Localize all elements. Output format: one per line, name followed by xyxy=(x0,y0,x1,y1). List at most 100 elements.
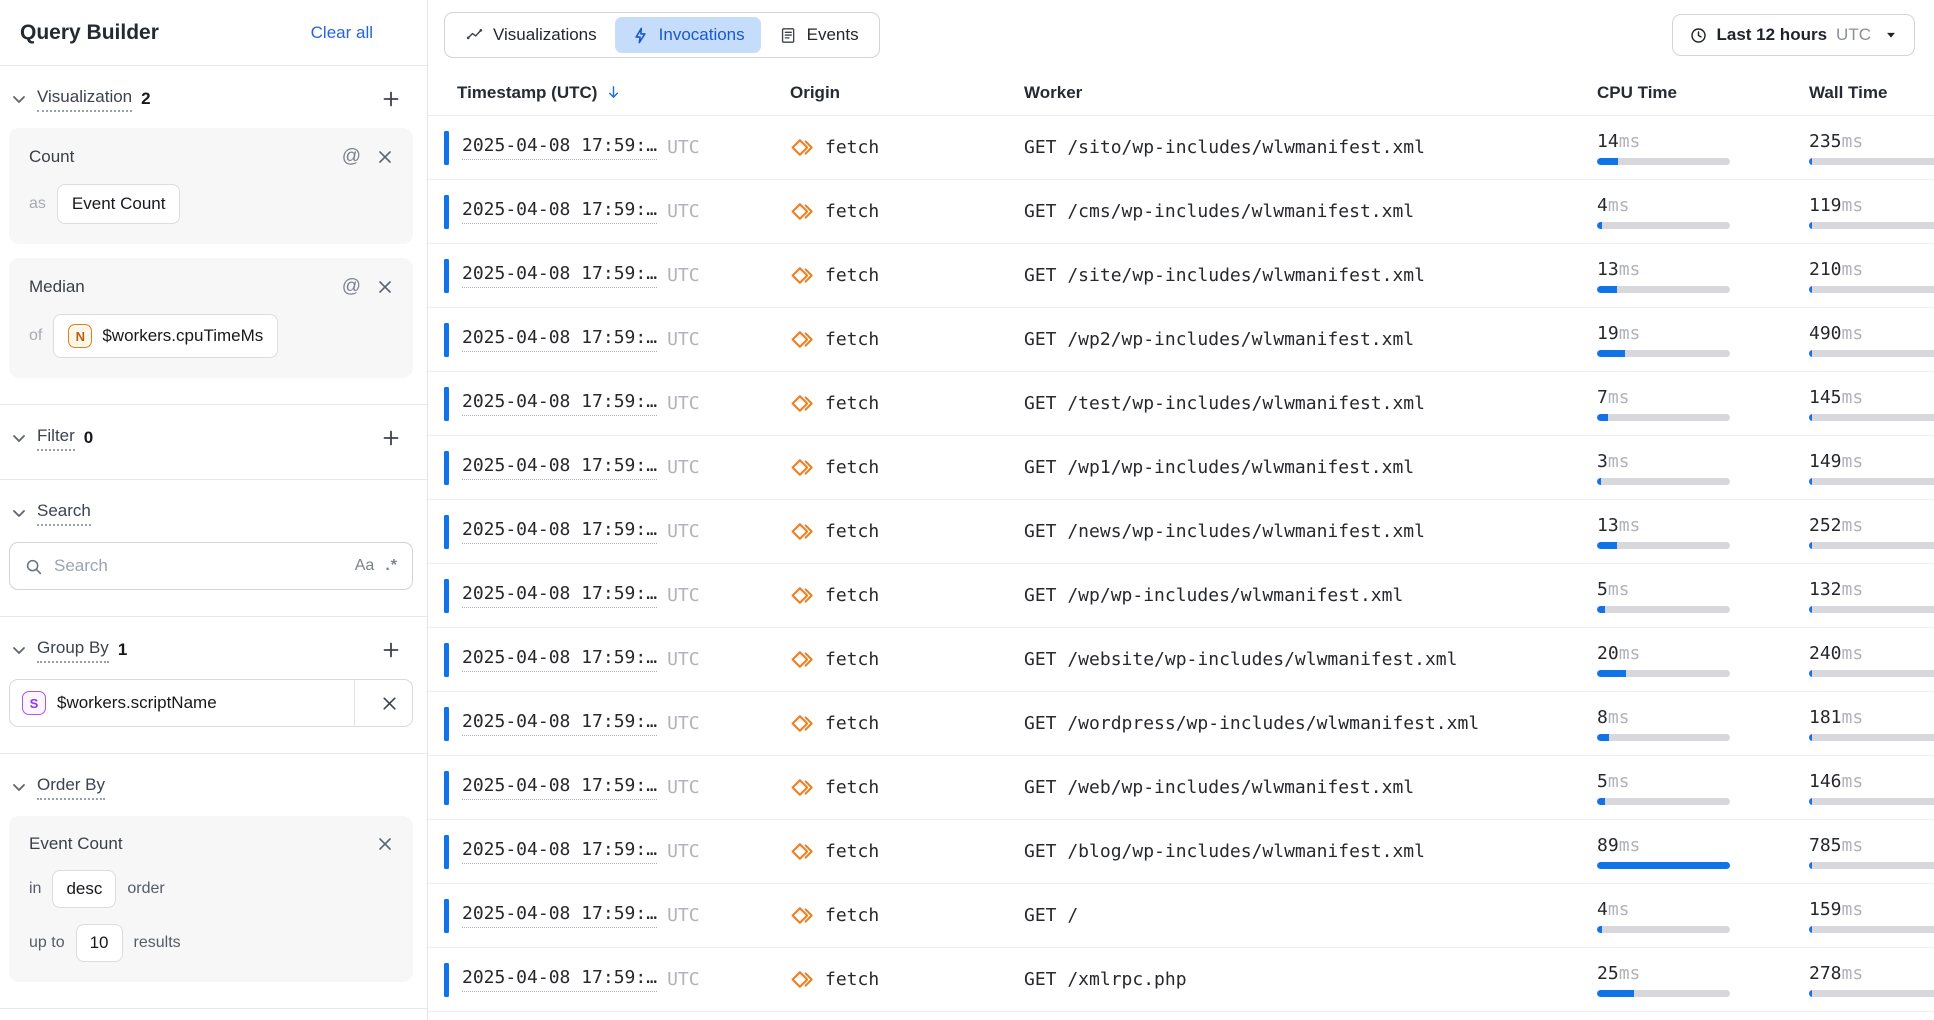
column-header-cpu-time[interactable]: CPU Time xyxy=(1587,83,1799,103)
up-to-label: up to xyxy=(29,934,65,952)
wall-time-bar xyxy=(1809,862,1934,869)
column-header-worker[interactable]: Worker xyxy=(1024,83,1587,103)
table-row[interactable]: 2025-04-08 17:59:… UTC fetch GET /news/w… xyxy=(428,500,1934,564)
row-accent-bar xyxy=(444,579,449,613)
table-row[interactable]: 2025-04-08 17:59:… UTC fetch GET /test/w… xyxy=(428,372,1934,436)
timestamp-value[interactable]: 2025-04-08 17:59:… xyxy=(462,391,657,416)
timestamp-timezone: UTC xyxy=(667,521,700,542)
result-limit-input[interactable]: 10 xyxy=(76,924,123,962)
worker-request: GET /xmlrpc.php xyxy=(1024,969,1187,990)
cpu-time-value: 3 xyxy=(1597,451,1608,472)
as-label: as xyxy=(29,195,46,213)
time-range-dropdown[interactable]: Last 12 hours UTC xyxy=(1672,14,1916,56)
timestamp-timezone: UTC xyxy=(667,393,700,414)
median-field-button[interactable]: N $workers.cpuTimeMs xyxy=(53,314,278,358)
order-by-section-label[interactable]: Order By xyxy=(37,775,105,800)
add-group-by-button[interactable] xyxy=(381,640,401,660)
table-row[interactable]: 2025-04-08 17:59:… UTC fetch GET /site/w… xyxy=(428,244,1934,308)
table-row[interactable]: 2025-04-08 17:59:… UTC fetch GET /wp1/wp… xyxy=(428,436,1934,500)
search-section-label[interactable]: Search xyxy=(37,501,91,526)
close-icon[interactable] xyxy=(377,149,393,165)
filter-count: 0 xyxy=(84,428,93,448)
timestamp-value[interactable]: 2025-04-08 17:59:… xyxy=(462,839,657,864)
fetch-origin-icon xyxy=(790,967,815,992)
wall-time-bar xyxy=(1809,542,1934,549)
timestamp-timezone: UTC xyxy=(667,969,700,990)
chevron-down-icon[interactable] xyxy=(10,504,28,522)
wall-time-unit: ms xyxy=(1842,643,1864,664)
cpu-time-unit: ms xyxy=(1608,771,1630,792)
remove-group-by-button[interactable] xyxy=(366,695,412,712)
table-row[interactable]: 2025-04-08 17:59:… UTC fetch GET /web/wp… xyxy=(428,756,1934,820)
mention-icon[interactable]: @ xyxy=(342,276,361,298)
timestamp-timezone: UTC xyxy=(667,201,700,222)
chevron-down-icon[interactable] xyxy=(10,90,28,108)
search-input[interactable]: Search Aa .* xyxy=(9,542,413,590)
chevron-down-icon[interactable] xyxy=(10,778,28,796)
timestamp-value[interactable]: 2025-04-08 17:59:… xyxy=(462,263,657,288)
sort-direction-button[interactable]: desc xyxy=(52,870,116,908)
column-header-wall-time[interactable]: Wall Time xyxy=(1799,83,1934,103)
visualization-section-label[interactable]: Visualization xyxy=(37,87,132,112)
cpu-time-unit: ms xyxy=(1619,515,1641,536)
table-row[interactable]: 2025-04-08 17:59:… UTC fetch GET /wordpr… xyxy=(428,692,1934,756)
table-row[interactable]: 2025-04-08 17:59:… UTC fetch GET /xmlrpc… xyxy=(428,948,1934,1012)
filter-section-label[interactable]: Filter xyxy=(37,426,75,451)
cpu-time-bar xyxy=(1597,990,1730,997)
group-by-count: 1 xyxy=(118,640,127,660)
timestamp-value[interactable]: 2025-04-08 17:59:… xyxy=(462,967,657,992)
table-row[interactable]: 2025-04-08 17:59:… UTC fetch GET /sito/w… xyxy=(428,116,1934,180)
tab-label: Visualizations xyxy=(493,25,597,45)
timestamp-value[interactable]: 2025-04-08 17:59:… xyxy=(462,711,657,736)
column-header-timestamp[interactable]: Timestamp (UTC) xyxy=(444,83,790,103)
add-filter-button[interactable] xyxy=(381,428,401,448)
worker-request: GET /website/wp-includes/wlwmanifest.xml xyxy=(1024,649,1457,670)
case-sensitivity-toggle[interactable]: Aa xyxy=(355,557,375,575)
timestamp-value[interactable]: 2025-04-08 17:59:… xyxy=(462,583,657,608)
table-row[interactable]: 2025-04-08 17:59:… UTC fetch GET /blog/w… xyxy=(428,820,1934,884)
close-icon[interactable] xyxy=(377,279,393,295)
cpu-time-bar xyxy=(1597,798,1730,805)
timestamp-value[interactable]: 2025-04-08 17:59:… xyxy=(462,647,657,672)
timestamp-value[interactable]: 2025-04-08 17:59:… xyxy=(462,775,657,800)
close-icon[interactable] xyxy=(377,836,393,852)
cpu-time-bar xyxy=(1597,670,1730,677)
fetch-origin-icon xyxy=(790,391,815,416)
timestamp-value[interactable]: 2025-04-08 17:59:… xyxy=(462,455,657,480)
mention-icon[interactable]: @ xyxy=(342,146,361,168)
wall-time-unit: ms xyxy=(1842,515,1864,536)
table-row[interactable]: 2025-04-08 17:59:… UTC fetch GET /wp2/wp… xyxy=(428,308,1934,372)
timestamp-value[interactable]: 2025-04-08 17:59:… xyxy=(462,519,657,544)
chevron-down-icon[interactable] xyxy=(10,641,28,659)
timestamp-value[interactable]: 2025-04-08 17:59:… xyxy=(462,199,657,224)
cpu-time-bar xyxy=(1597,414,1730,421)
tab-invocations[interactable]: Invocations xyxy=(615,17,761,53)
column-header-origin[interactable]: Origin xyxy=(790,83,1024,103)
clear-all-button[interactable]: Clear all xyxy=(311,23,373,43)
filter-section: Filter 0 xyxy=(0,405,427,480)
add-visualization-button[interactable] xyxy=(381,89,401,109)
timestamp-value[interactable]: 2025-04-08 17:59:… xyxy=(462,903,657,928)
cpu-time-value: 4 xyxy=(1597,899,1608,920)
wall-time-unit: ms xyxy=(1842,771,1864,792)
visualization-alias-button[interactable]: Event Count xyxy=(57,184,181,224)
row-accent-bar xyxy=(444,899,449,933)
table-row[interactable]: 2025-04-08 17:59:… UTC fetch GET /cms/wp… xyxy=(428,180,1934,244)
group-by-field-chip[interactable]: S $workers.scriptName xyxy=(9,679,413,727)
cpu-time-unit: ms xyxy=(1619,835,1641,856)
chevron-down-icon[interactable] xyxy=(10,429,28,447)
wall-time-unit: ms xyxy=(1842,835,1864,856)
timestamp-value[interactable]: 2025-04-08 17:59:… xyxy=(462,135,657,160)
tab-visualizations[interactable]: Visualizations xyxy=(449,17,613,53)
timestamp-value[interactable]: 2025-04-08 17:59:… xyxy=(462,327,657,352)
table-row[interactable]: 2025-04-08 17:59:… UTC fetch GET /websit… xyxy=(428,628,1934,692)
table-row[interactable]: 2025-04-08 17:59:… UTC fetch GET /wp/wp-… xyxy=(428,564,1934,628)
tab-events[interactable]: Events xyxy=(763,17,875,53)
wall-time-value: 181 xyxy=(1809,707,1842,728)
cpu-time-value: 89 xyxy=(1597,835,1619,856)
origin-value: fetch xyxy=(825,521,879,542)
regex-toggle[interactable]: .* xyxy=(385,557,398,575)
group-by-section-label[interactable]: Group By xyxy=(37,638,109,663)
table-row[interactable]: 2025-04-08 17:59:… UTC fetch GET / 4ms 1… xyxy=(428,884,1934,948)
fetch-origin-icon xyxy=(790,839,815,864)
